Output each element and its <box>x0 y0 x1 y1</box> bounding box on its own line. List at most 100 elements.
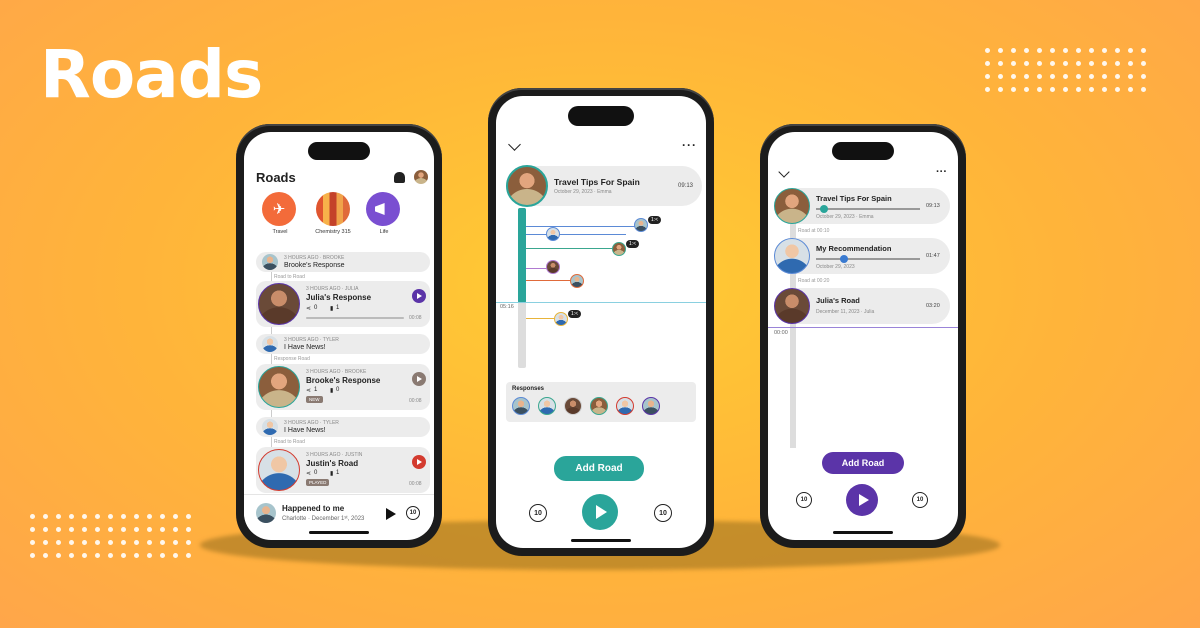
item-meta: 3 HOURS AGO · TYLER <box>284 337 339 343</box>
decorative-dot <box>1037 61 1042 66</box>
avatar[interactable] <box>570 274 584 288</box>
decorative-dot <box>108 527 113 532</box>
home-indicator <box>309 531 369 534</box>
item-title: I Have News! <box>284 427 326 434</box>
decorative-dot <box>1141 87 1146 92</box>
feed-item-compact[interactable]: 3 HOURS AGO · TYLER I Have News! <box>256 334 430 354</box>
play-button[interactable] <box>412 372 426 386</box>
brand-logo: Roads <box>40 36 263 113</box>
play-icon[interactable] <box>386 508 396 520</box>
decorative-dot <box>1011 61 1016 66</box>
decorative-dot <box>985 48 990 53</box>
play-button[interactable] <box>412 289 426 303</box>
new-badge: NEW <box>306 396 323 403</box>
decorative-dot <box>1063 48 1068 53</box>
category-label: Travel <box>272 229 288 235</box>
progress-track[interactable] <box>816 208 920 210</box>
add-road-button[interactable]: Add Road <box>554 456 644 481</box>
road-header-card[interactable]: Travel Tips For Spain October 29, 2023 ·… <box>506 165 702 207</box>
skip-back-icon[interactable]: 10 <box>796 492 812 508</box>
avatar[interactable] <box>546 227 560 241</box>
progress-knob[interactable] <box>840 255 848 263</box>
response-avatar[interactable] <box>616 397 634 415</box>
item-meta: 3 HOURS AGO · BROOKE <box>284 255 345 261</box>
decorative-dot <box>160 540 165 545</box>
branch-badge: 1:< <box>568 310 582 318</box>
response-avatar[interactable] <box>564 397 582 415</box>
road-connector-label: Road to Road <box>274 274 305 280</box>
category-travel[interactable]: ✈ Travel <box>262 192 298 235</box>
progress-track[interactable] <box>306 317 404 319</box>
decorative-dot <box>95 540 100 545</box>
more-options-icon[interactable]: ··· <box>936 166 947 178</box>
decorative-dot <box>1115 61 1120 66</box>
avatar[interactable] <box>554 312 568 326</box>
category-label: Life <box>379 229 389 235</box>
response-avatar[interactable] <box>538 397 556 415</box>
item-meta: 3 HOURS AGO · TYLER <box>284 420 339 426</box>
add-road-button[interactable]: Add Road <box>822 452 904 474</box>
play-button[interactable] <box>412 455 426 469</box>
decorative-dot <box>1128 74 1133 79</box>
skip-forward-icon[interactable]: 10 <box>654 504 672 522</box>
decorative-dot <box>1089 48 1094 53</box>
decorative-dots-top-right <box>985 48 1146 92</box>
decorative-dot <box>56 553 61 558</box>
decorative-dot <box>1115 48 1120 53</box>
decorative-dot <box>1063 61 1068 66</box>
progress-track[interactable] <box>816 258 920 260</box>
decorative-dot <box>1089 61 1094 66</box>
decorative-dot <box>160 527 165 532</box>
notification-bell-icon[interactable] <box>394 172 405 183</box>
item-title: Brooke's Response <box>306 376 381 385</box>
more-options-icon[interactable]: ··· <box>682 138 697 152</box>
now-playing-bar[interactable]: Happened to me Charlotte · December 1ˢᵗ,… <box>244 494 434 532</box>
category-life[interactable]: Life <box>366 192 402 235</box>
skip-forward-icon[interactable]: 10 <box>912 492 928 508</box>
feed-item-compact[interactable]: 3 HOURS AGO · BROOKE Brooke's Response <box>256 252 430 272</box>
share-icon: ⋖ <box>306 471 312 477</box>
chevron-down-icon[interactable] <box>508 138 521 151</box>
decorative-dots-bottom-left <box>30 514 191 558</box>
response-avatar[interactable] <box>590 397 608 415</box>
skip-forward-icon[interactable]: 10 <box>406 506 420 520</box>
timeline-progress[interactable] <box>518 208 526 303</box>
feed-item[interactable]: 3 HOURS AGO · BROOKE Brooke's Response ⋖… <box>256 364 430 410</box>
response-avatar[interactable] <box>642 397 660 415</box>
item-meta: 3 HOURS AGO · JULIA <box>306 286 359 292</box>
decorative-dot <box>1037 87 1042 92</box>
road-chain-item[interactable]: My Recommendation October 29, 2023 01:47 <box>774 238 950 274</box>
play-button[interactable] <box>582 494 618 530</box>
category-chemistry[interactable]: Chemistry 315 <box>308 192 358 235</box>
decorative-dot <box>985 61 990 66</box>
play-count: 1 <box>336 470 340 476</box>
progress-knob[interactable] <box>820 205 828 213</box>
phone-notch <box>308 142 370 160</box>
feed-item[interactable]: 3 HOURS AGO · JUSTIN Justin's Road ⋖ 0 ▮… <box>256 447 430 493</box>
item-duration: 01:47 <box>926 253 940 259</box>
skip-back-icon[interactable]: 10 <box>529 504 547 522</box>
decorative-dot <box>43 540 48 545</box>
share-count: 1 <box>314 387 318 393</box>
item-title: Travel Tips For Spain <box>816 194 892 203</box>
road-chain-item[interactable]: Julia's Road December 11, 2023 · Julia 0… <box>774 288 950 324</box>
feed-item[interactable]: 3 HOURS AGO · JULIA Julia's Response ⋖ 0… <box>256 281 430 327</box>
decorative-dot <box>1102 61 1107 66</box>
chevron-down-icon[interactable] <box>778 166 790 178</box>
road-chain-item[interactable]: Travel Tips For Spain October 29, 2023 ·… <box>774 188 950 224</box>
play-count: 0 <box>336 387 340 393</box>
played-badge: PLAYED <box>306 479 330 486</box>
response-avatar[interactable] <box>512 397 530 415</box>
avatar[interactable] <box>612 242 626 256</box>
share-count: 0 <box>314 470 318 476</box>
decorative-dot <box>998 48 1003 53</box>
decorative-dot <box>1050 61 1055 66</box>
avatar[interactable] <box>546 260 560 274</box>
play-button[interactable] <box>846 484 878 516</box>
branch-line <box>526 248 616 249</box>
avatar[interactable] <box>634 218 648 232</box>
feed-item-compact[interactable]: 3 HOURS AGO · TYLER I Have News! <box>256 417 430 437</box>
profile-avatar[interactable] <box>414 170 428 184</box>
avatar <box>774 238 810 274</box>
decorative-dot <box>1102 74 1107 79</box>
